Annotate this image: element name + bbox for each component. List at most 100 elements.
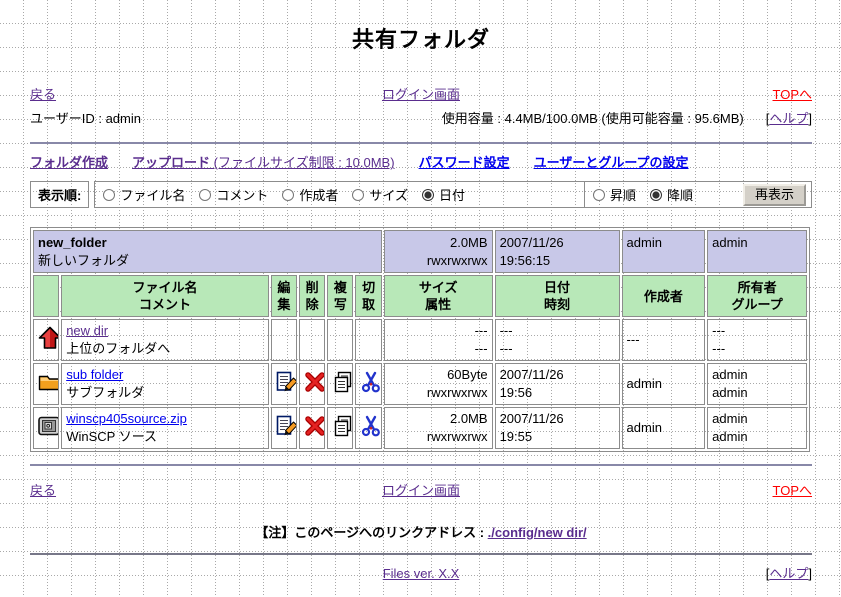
header-date-line2: 時刻: [544, 297, 570, 312]
row0-attr: ---: [475, 341, 488, 356]
zip-file-link[interactable]: winscp405source.zip: [66, 411, 187, 426]
row1-size: 60Byte: [447, 367, 487, 382]
row0-date: ---: [500, 323, 513, 338]
content: 共有フォルダ 戻る ログイン画面 TOPへ ユーザーID : admin 使用容…: [0, 0, 841, 583]
current-folder-name-cell: new_folder 新しいフォルダ: [33, 230, 382, 273]
row1-attr: rwxrwxrwx: [427, 385, 488, 400]
ascending-option[interactable]: 昇順: [593, 185, 636, 204]
back-link[interactable]: 戻る: [30, 86, 382, 104]
footer-help-link[interactable]: ヘルプ: [769, 566, 808, 581]
users-groups-settings-link[interactable]: ユーザーとグループの設定: [534, 153, 689, 172]
bottom-nav: 戻る ログイン画面 TOPへ: [30, 482, 812, 500]
ascending-label: 昇順: [610, 185, 636, 204]
row0-size: ---: [475, 323, 488, 338]
row2-size: 2.0MB: [450, 411, 488, 426]
zip-file-icon: [38, 415, 59, 437]
ascending-radio[interactable]: [593, 189, 605, 201]
edit-icon[interactable]: [276, 371, 297, 393]
footer-bracket-right: ]: [808, 566, 812, 581]
cut-icon[interactable]: [360, 415, 381, 437]
current-folder-owner: admin: [712, 235, 747, 250]
folder-icon: [38, 371, 59, 393]
top-link[interactable]: TOPへ: [773, 86, 813, 104]
delete-icon[interactable]: [304, 371, 325, 393]
delete-icon[interactable]: [304, 415, 325, 437]
sort-by-creator-radio[interactable]: [282, 189, 294, 201]
row0-name-cell: new dir 上位のフォルダへ: [61, 319, 269, 361]
row0-delete-cell: [299, 319, 325, 361]
password-settings-link[interactable]: パスワード設定: [419, 153, 510, 172]
header-date-line1: 日付: [544, 280, 570, 295]
copy-icon[interactable]: [332, 371, 353, 393]
sort-by-size-option[interactable]: サイズ: [352, 185, 408, 204]
sort-order-caption: 表示順:: [30, 181, 89, 208]
row1-copy-cell: [327, 363, 353, 405]
row1-date: 2007/11/26: [500, 367, 564, 382]
page-link-address[interactable]: ./config/new dir/: [488, 525, 587, 540]
descending-option[interactable]: 降順: [650, 185, 693, 204]
row1-comment: サブフォルダ: [66, 385, 144, 400]
row0-creator-cell: ---: [622, 319, 706, 361]
note-prefix: 【注】このページへのリンクアドレス :: [255, 525, 487, 540]
help-link[interactable]: ヘルプ: [769, 111, 808, 126]
sort-by-comment-label: コメント: [216, 185, 268, 204]
footer-help-wrap: [ヘルプ]: [766, 565, 812, 583]
sub-folder-link[interactable]: sub folder: [66, 367, 123, 382]
top-link-bottom[interactable]: TOPへ: [773, 482, 813, 500]
file-table: new_folder 新しいフォルダ 2.0MB rwxrwxrwx 2007/…: [30, 227, 810, 452]
header-owner-line2: グループ: [731, 297, 782, 312]
row2-creator-cell: admin: [622, 407, 706, 449]
sort-bar: 表示順: ファイル名 コメント 作成者 サイズ: [30, 181, 812, 208]
table-row-sub-folder: sub folder サブフォルダ: [33, 363, 807, 405]
sort-by-comment-radio[interactable]: [199, 189, 211, 201]
cut-icon[interactable]: [360, 371, 381, 393]
create-folder-link[interactable]: フォルダ作成: [30, 153, 108, 172]
login-screen-link[interactable]: ログイン画面: [382, 86, 460, 104]
row1-cut-cell: [355, 363, 381, 405]
sort-by-size-label: サイズ: [369, 185, 408, 204]
row0-type-icon-cell: [33, 319, 59, 361]
sort-direction-group: 昇順 降順 再表示: [584, 181, 812, 208]
info-row: ユーザーID : admin 使用容量 : 4.4MB/100.0MB (使用可…: [30, 109, 812, 129]
upload-size-limit-note: (ファイルサイズ制限 : 10.0MB): [210, 155, 395, 170]
parent-dir-link[interactable]: new dir: [66, 323, 108, 338]
divider-footer: [30, 553, 812, 555]
back-link-bottom[interactable]: 戻る: [30, 482, 382, 500]
header-delete: 削除: [299, 275, 325, 317]
divider-top: [30, 142, 812, 144]
version-link[interactable]: Files ver. X.X: [383, 565, 460, 583]
edit-icon[interactable]: [276, 415, 297, 437]
header-filename-line1: ファイル名: [133, 280, 198, 295]
table-row-parent-dir: new dir 上位のフォルダへ --- --- --- --- --- ---: [33, 319, 807, 361]
row1-name-cell: sub folder サブフォルダ: [61, 363, 269, 405]
row2-time: 19:55: [500, 429, 533, 444]
sort-by-creator-option[interactable]: 作成者: [282, 185, 338, 204]
sort-by-date-radio[interactable]: [422, 189, 434, 201]
table-row-zip-file: winscp405source.zip WinSCP ソース: [33, 407, 807, 449]
login-screen-link-bottom[interactable]: ログイン画面: [382, 482, 460, 500]
row2-type-icon-cell: [33, 407, 59, 449]
header-date: 日付 時刻: [495, 275, 620, 317]
row2-date: 2007/11/26: [500, 411, 564, 426]
row0-edit-cell: [271, 319, 297, 361]
divider-bottom: [30, 464, 812, 466]
page-title: 共有フォルダ: [30, 0, 812, 55]
current-folder-creator-cell: admin: [622, 230, 706, 273]
link-address-note: 【注】このページへのリンクアドレス : ./config/new dir/: [30, 523, 812, 542]
sort-by-date-option[interactable]: 日付: [422, 185, 465, 204]
copy-icon[interactable]: [332, 415, 353, 437]
descending-radio[interactable]: [650, 189, 662, 201]
row2-size-cell: 2.0MB rwxrwxrwx: [384, 407, 493, 449]
upload-link[interactable]: アップロード (ファイルサイズ制限 : 10.0MB): [132, 153, 395, 172]
row2-comment: WinSCP ソース: [66, 429, 157, 444]
current-folder-row: new_folder 新しいフォルダ 2.0MB rwxrwxrwx 2007/…: [33, 230, 807, 273]
sort-by-comment-option[interactable]: コメント: [199, 185, 268, 204]
header-filename-line2: コメント: [139, 297, 191, 312]
row0-size-cell: --- ---: [384, 319, 493, 361]
sort-by-size-radio[interactable]: [352, 189, 364, 201]
shared-folder-page: 共有フォルダ 戻る ログイン画面 TOPへ ユーザーID : admin 使用容…: [0, 0, 841, 597]
refresh-button[interactable]: 再表示: [743, 184, 806, 206]
upload-link-label: アップロード: [132, 155, 210, 170]
sort-by-filename-option[interactable]: ファイル名: [103, 185, 185, 204]
sort-by-filename-radio[interactable]: [103, 189, 115, 201]
